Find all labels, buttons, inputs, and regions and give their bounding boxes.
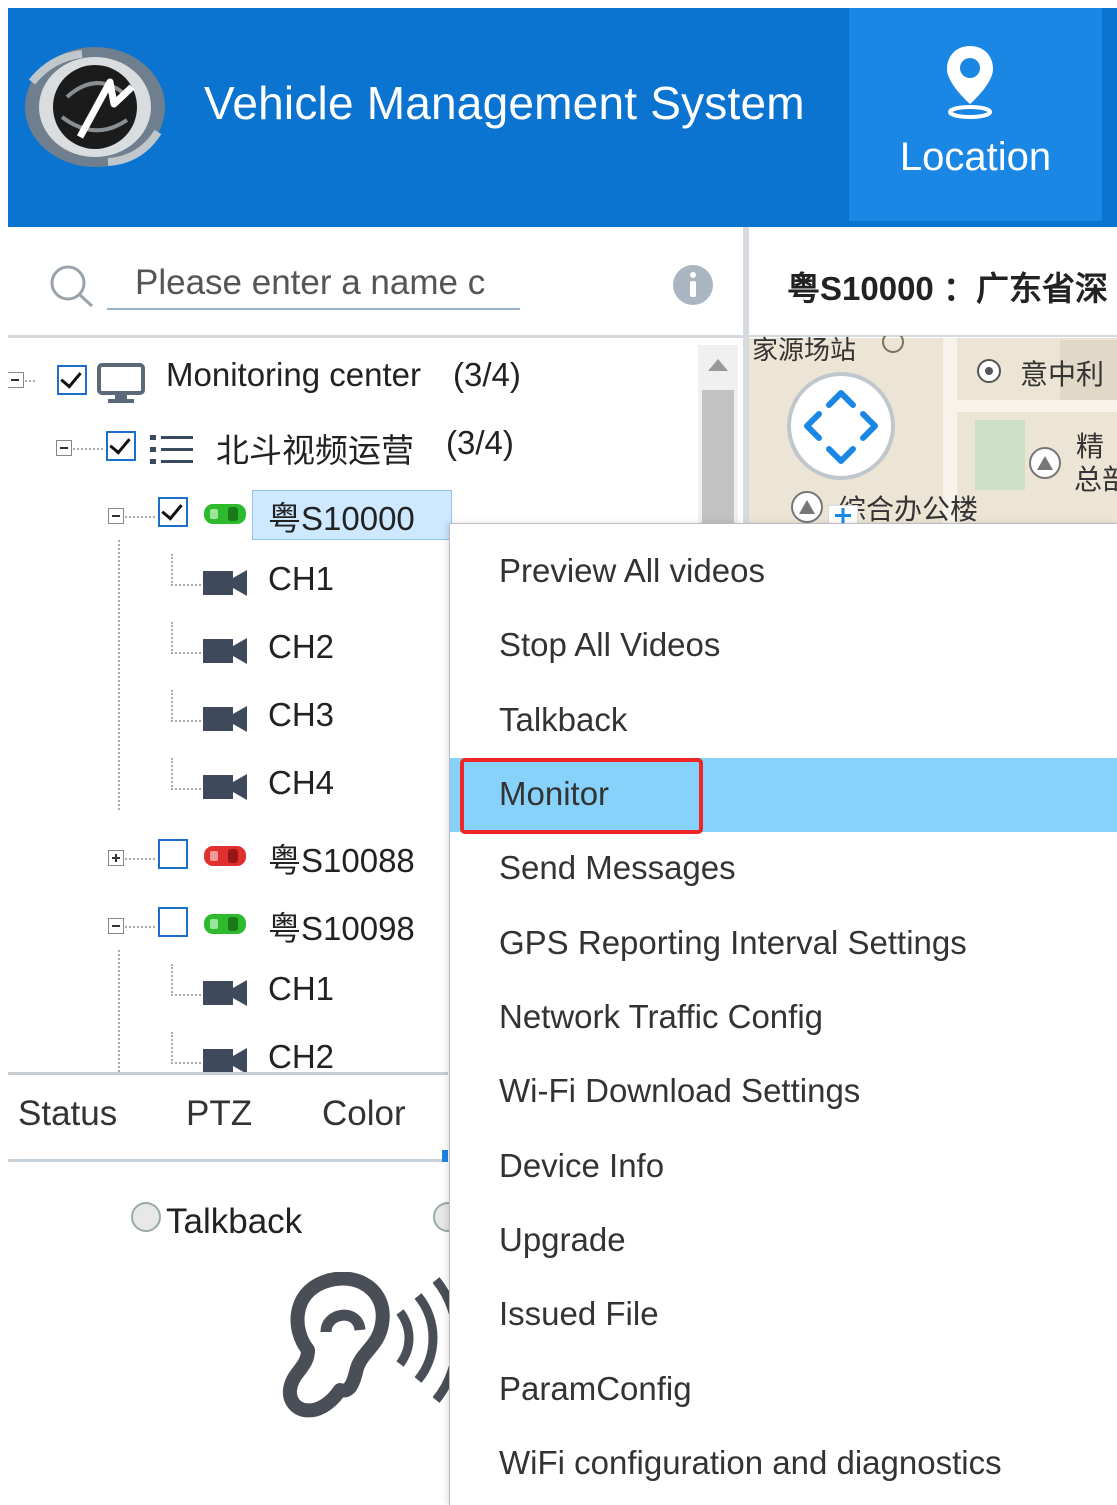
menu-item-label: WiFi configuration and diagnostics	[499, 1444, 1002, 1481]
menu-item-wifi-download-settings[interactable]: Wi-Fi Download Settings	[450, 1055, 1117, 1129]
menu-item-param-config[interactable]: ParamConfig	[450, 1353, 1117, 1427]
tree-node-group[interactable]: 北斗视频运营 (3/4)	[8, 418, 698, 478]
vehicle-checkbox[interactable]	[158, 907, 188, 937]
tab-color[interactable]: Color	[322, 1094, 406, 1134]
tree-node-root[interactable]: Monitoring center (3/4)	[8, 350, 698, 410]
menu-item-label: Talkback	[499, 701, 628, 738]
collapse-toggle[interactable]	[108, 918, 124, 934]
vehicle-online-icon	[204, 914, 246, 934]
vehicle-checkbox[interactable]	[158, 839, 188, 869]
map-pan-control[interactable]	[785, 371, 897, 481]
menu-item-issued-file[interactable]: Issued File	[450, 1278, 1117, 1352]
camera-icon	[203, 638, 247, 664]
search-divider	[8, 335, 743, 338]
menu-item-label: Device Info	[499, 1147, 665, 1184]
search-icon[interactable]	[46, 262, 98, 310]
info-icon[interactable]	[672, 264, 714, 306]
channel-label: CH1	[268, 560, 335, 597]
menu-item-label: ParamConfig	[499, 1370, 692, 1407]
listen-ear-icon	[283, 1272, 458, 1418]
menu-item-label: GPS Reporting Interval Settings	[499, 924, 967, 961]
channel-label: CH4	[268, 764, 335, 801]
menu-item-label: Send Messages	[499, 849, 736, 886]
tree-node-channel[interactable]: CH3	[8, 690, 448, 750]
map-building-marker-icon	[1029, 447, 1061, 479]
root-label: Monitoring center	[166, 356, 421, 393]
annotation-highlight-box	[460, 758, 703, 834]
vehicle-plate: 粤S10098	[268, 910, 415, 947]
collapse-toggle[interactable]	[56, 440, 72, 456]
menu-item-device-info[interactable]: Device Info	[450, 1130, 1117, 1204]
list-icon	[150, 435, 193, 464]
vehicle-address-text: 粤S10000 ：广东省深	[787, 270, 1108, 307]
tree-node-channel[interactable]: CH2	[8, 622, 448, 682]
talkback-radio[interactable]	[131, 1202, 161, 1232]
map-building-marker-icon	[791, 491, 823, 523]
group-checkbox[interactable]	[106, 431, 136, 461]
vehicle-offline-icon	[204, 846, 246, 866]
map-label: 家源场站	[752, 335, 857, 365]
group-count: (3/4)	[446, 424, 514, 461]
channel-label: CH2	[268, 628, 335, 665]
menu-item-talkback[interactable]: Talkback	[450, 684, 1117, 758]
menu-item-label: Issued File	[499, 1295, 659, 1332]
vehicle-online-icon	[204, 504, 246, 524]
app-title: Vehicle Management System	[204, 77, 805, 129]
collapse-toggle[interactable]	[8, 372, 24, 388]
expand-toggle[interactable]	[108, 850, 124, 866]
scroll-up-arrow-icon[interactable]	[698, 345, 738, 385]
vehicle-search-input[interactable]	[107, 258, 520, 310]
tabs-underline	[8, 1159, 448, 1162]
camera-icon	[203, 1048, 247, 1073]
menu-item-network-traffic-config[interactable]: Network Traffic Config	[450, 981, 1117, 1055]
root-count: (3/4)	[453, 356, 521, 393]
map-road	[955, 400, 1117, 412]
menu-item-label: Upgrade	[499, 1221, 626, 1258]
channel-label: CH1	[268, 970, 335, 1007]
map-label: 综合办公楼	[838, 494, 979, 525]
app-logo-icon	[25, 47, 165, 167]
camera-icon	[203, 774, 247, 800]
tree-node-channel[interactable]: CH4	[8, 758, 448, 818]
collapse-toggle[interactable]	[108, 508, 124, 524]
menu-item-upgrade[interactable]: Upgrade	[450, 1204, 1117, 1278]
tree-node-channel[interactable]: CH1	[8, 554, 448, 614]
menu-item-label: Stop All Videos	[499, 626, 721, 663]
camera-icon	[203, 706, 247, 732]
camera-icon	[203, 570, 247, 596]
tree-node-channel[interactable]: CH2	[8, 1032, 448, 1073]
vehicle-checkbox[interactable]	[158, 497, 188, 527]
menu-item-label: Wi-Fi Download Settings	[499, 1072, 861, 1109]
monitor-icon	[97, 363, 145, 403]
vehicle-plate: 粤S10088	[268, 842, 415, 879]
tab-status[interactable]: Status	[18, 1094, 117, 1134]
map-poi-marker-icon	[882, 336, 904, 353]
tab-ptz[interactable]: PTZ	[186, 1094, 252, 1134]
nav-location-label: Location	[899, 135, 1052, 179]
map-park-area	[975, 420, 1025, 490]
camera-icon	[203, 980, 247, 1006]
channel-label: CH2	[268, 1038, 335, 1073]
vehicle-plate: 粤S10000	[268, 500, 415, 537]
menu-item-gps-reporting-interval[interactable]: GPS Reporting Interval Settings	[450, 907, 1117, 981]
map-label: 意中利	[1020, 359, 1105, 390]
menu-item-stop-all-videos[interactable]: Stop All Videos	[450, 609, 1117, 683]
talkback-radio-label: Talkback	[166, 1202, 303, 1241]
channel-label: CH3	[268, 696, 335, 733]
menu-item-label: Network Traffic Config	[499, 998, 824, 1035]
tree-node-channel[interactable]: CH1	[8, 964, 448, 1024]
zoom-in-icon[interactable]	[828, 505, 858, 525]
menu-item-label: Preview All videos	[499, 552, 765, 589]
active-tab-indicator	[442, 1150, 448, 1162]
menu-item-wifi-configuration-diagnostics[interactable]: WiFi configuration and diagnostics	[450, 1427, 1117, 1501]
group-label: 北斗视频运营	[216, 432, 414, 469]
map-label: 总部	[1074, 464, 1117, 495]
menu-item-send-messages[interactable]: Send Messages	[450, 832, 1117, 906]
menu-item-preview-all-videos[interactable]: Preview All videos	[450, 535, 1117, 609]
map-poi-marker-icon	[977, 359, 1001, 383]
location-pin-icon	[947, 46, 993, 119]
root-checkbox[interactable]	[57, 365, 87, 395]
